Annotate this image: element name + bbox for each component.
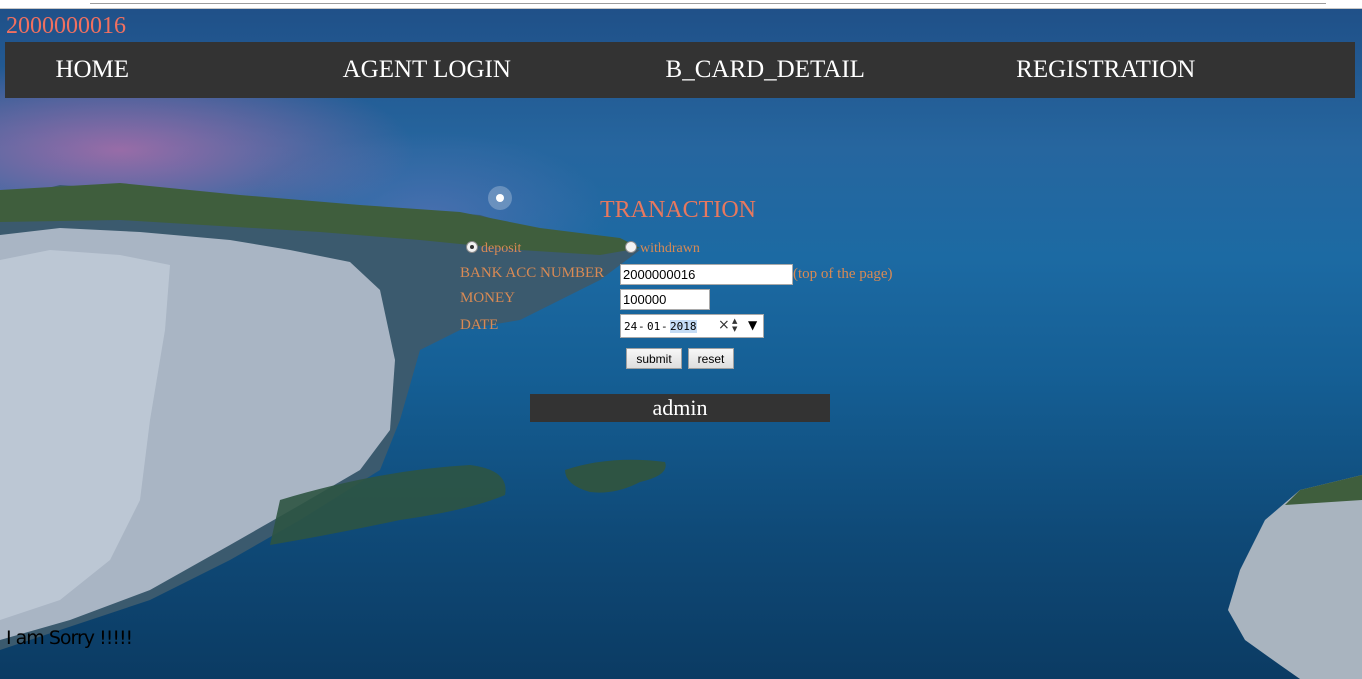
admin-label: admin	[652, 395, 708, 420]
admin-bar: admin	[530, 394, 830, 422]
account-id: 2000000016	[6, 13, 126, 39]
submit-button[interactable]: submit	[626, 348, 682, 369]
deposit-radio-label: deposit	[481, 241, 522, 256]
bank-acc-label: BANK ACC NUMBER	[460, 265, 605, 281]
withdrawn-radio-label: withdrawn	[640, 241, 700, 256]
form-title: TRANACTION	[600, 197, 756, 223]
nav-registration-label: REGISTRATION	[1016, 56, 1196, 83]
nav-agent-login-label: AGENT LOGIN	[342, 56, 511, 83]
main-nav: HOME AGENT LOGIN B_CARD_DETAIL REGISTRAT…	[5, 42, 1355, 98]
clear-icon[interactable]: ×	[718, 317, 730, 333]
nav-registration[interactable]: REGISTRATION	[1016, 42, 1356, 98]
date-label: DATE	[460, 317, 499, 333]
background-landscape	[0, 183, 1362, 679]
nav-b-card-detail[interactable]: B_CARD_DETAIL	[666, 42, 1018, 98]
nav-b-card-detail-label: B_CARD_DETAIL	[665, 56, 865, 83]
money-input[interactable]	[620, 289, 710, 310]
deposit-radio[interactable]	[466, 241, 478, 253]
spinner-icon[interactable]: ▲ ▼	[732, 317, 737, 333]
reset-button[interactable]: reset	[688, 348, 734, 369]
withdrawn-radio[interactable]	[625, 241, 637, 253]
nav-home[interactable]: HOME	[5, 42, 343, 98]
dropdown-arrow-icon[interactable]: ▼	[748, 318, 757, 332]
date-separator-2: -	[661, 320, 668, 333]
date-month[interactable]: 01	[647, 320, 660, 333]
sorry-message: I am Sorry !!!!!	[6, 627, 133, 649]
date-year[interactable]: 2018	[670, 320, 697, 333]
nav-home-label: HOME	[55, 56, 130, 83]
bank-acc-input[interactable]	[620, 264, 793, 285]
date-day[interactable]: 24	[624, 320, 637, 333]
nav-agent-login[interactable]: AGENT LOGIN	[343, 42, 681, 98]
date-input[interactable]: 24 - 01 - 2018 × ▲ ▼ ▼	[620, 314, 764, 338]
bank-acc-hint: (top of the page)	[793, 266, 893, 282]
money-label: MONEY	[460, 290, 515, 306]
date-separator-1: -	[638, 320, 645, 333]
